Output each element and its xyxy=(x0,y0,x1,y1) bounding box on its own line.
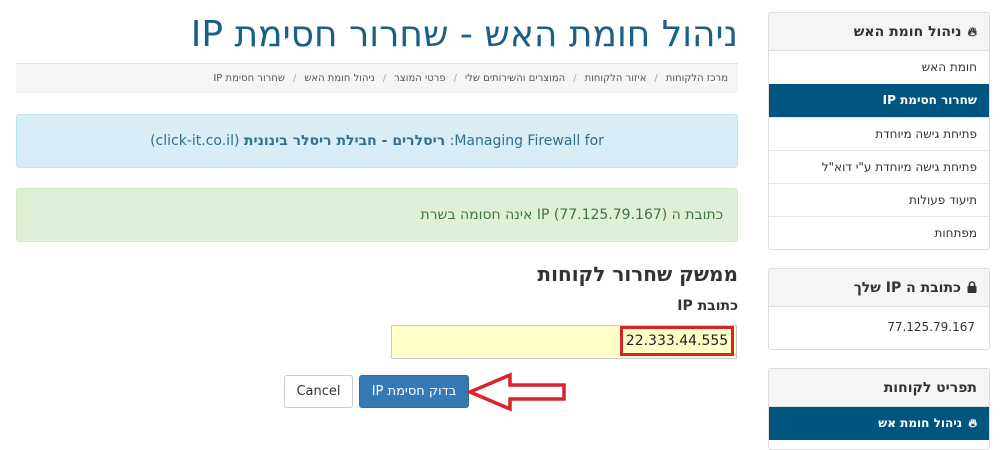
managing-prefix: Managing Firewall for: xyxy=(449,133,604,149)
firewall-panel-header: 🔥︎ניהול חומת האש xyxy=(769,13,989,51)
client-menu-item-firewall[interactable]: 🔥︎ניהול חומת אש xyxy=(769,407,989,440)
breadcrumb-item[interactable]: פרטי המוצר xyxy=(394,73,445,84)
annotation-arrow-icon xyxy=(465,372,566,412)
firewall-panel: 🔥︎ניהול חומת האש חומת האש שחרור חסימת IP… xyxy=(768,12,990,250)
sidebar-item-special-access-email[interactable]: פתיחת גישה מיוחדת ע"י דוא"ל xyxy=(769,150,989,183)
domain-name: (click-it.co.il) xyxy=(150,133,240,149)
page-title: ניהול חומת האש - שחרור חסימת IP xyxy=(190,14,738,55)
ip-field-label: כתובת IP xyxy=(677,298,738,314)
fire-icon: 🔥︎ xyxy=(967,25,977,40)
cancel-button[interactable]: Cancel xyxy=(284,375,353,408)
package-name: ריסלרים - חבילת ריסלר בינונית xyxy=(243,133,446,149)
section-title: ממשק שחרור לקוחות xyxy=(537,262,738,286)
client-menu-panel: תפריט לקוחות 🔥︎ניהול חומת אש xyxy=(768,368,990,450)
sidebar-item-special-access[interactable]: פתיחת גישה מיוחדת xyxy=(769,117,989,150)
sidebar-item-action-log[interactable]: תיעוד פעולות xyxy=(769,183,989,216)
your-ip-value: 77.125.79.167 xyxy=(887,320,975,334)
breadcrumb-item[interactable]: ניהול חומת האש xyxy=(304,73,374,84)
your-ip-panel: כתובת ה IP שלך 77.125.79.167 xyxy=(768,268,990,350)
fire-icon: 🔥︎ xyxy=(968,416,977,430)
sidebar-item-keys[interactable]: מפתחות xyxy=(769,216,989,249)
info-alert: Managing Firewall for: ריסלרים - חבילת ר… xyxy=(16,114,738,168)
breadcrumb-item[interactable]: איזור הלקוחות xyxy=(585,73,647,84)
sidebar-item-ip-unblock[interactable]: שחרור חסימת IP xyxy=(769,84,989,117)
ip-input-value[interactable]: 22.333.44.555 xyxy=(620,326,734,356)
breadcrumb: מרכז הלקוחות/איזור הלקוחות/המוצרים והשיר… xyxy=(16,63,738,93)
ip-input[interactable]: 22.333.44.555 xyxy=(391,325,737,359)
check-block-button[interactable]: בדוק חסימת IP xyxy=(359,375,469,408)
breadcrumb-item[interactable]: מרכז הלקוחות xyxy=(666,73,728,84)
client-menu-header: תפריט לקוחות xyxy=(769,369,989,407)
breadcrumb-item-current: שחרור חסימת IP xyxy=(213,73,285,84)
your-ip-panel-header: כתובת ה IP שלך xyxy=(769,269,989,307)
sidebar-item-firewall[interactable]: חומת האש xyxy=(769,51,989,84)
success-alert: כתובת ה IP (77.125.79.167) אינה חסומה בש… xyxy=(16,188,738,242)
breadcrumb-item[interactable]: המוצרים והשירותים שלי xyxy=(465,73,565,84)
lock-icon xyxy=(967,281,977,293)
